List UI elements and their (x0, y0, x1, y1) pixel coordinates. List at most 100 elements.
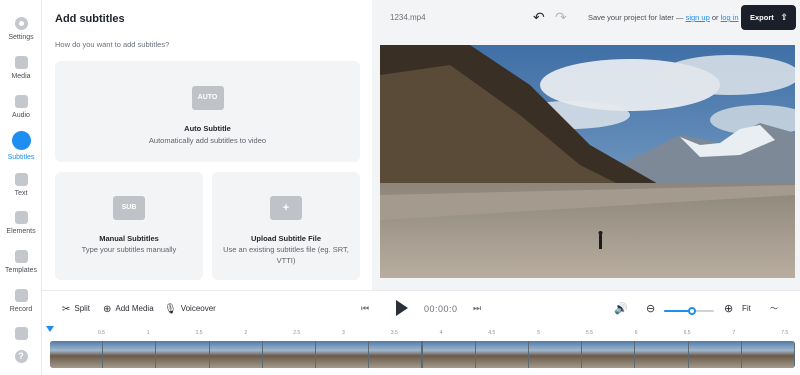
music-icon (14, 95, 28, 108)
upload-file-icon: + (270, 196, 302, 220)
redo-icon[interactable]: ↷ (555, 9, 567, 26)
record-icon (14, 289, 28, 302)
export-button[interactable]: Export ⇪ (741, 5, 796, 30)
ruler-tick-label: 3 (342, 330, 345, 336)
scissors-icon: ✂ (62, 304, 71, 315)
clip-thumbnail (156, 341, 209, 368)
sidebar-item-label: Subtitles (7, 154, 35, 161)
add-circle-icon: ⊕ (103, 304, 112, 315)
clip-thumbnail (528, 341, 582, 368)
ruler-tick-label: 2.5 (293, 330, 301, 336)
landscape-video-frame (380, 45, 795, 278)
ruler-tick-label: 5.5 (586, 330, 593, 336)
project-filename[interactable]: 1234.mp4 (390, 13, 426, 22)
keyboard-icon (14, 327, 28, 340)
ruler-tick-label: 5 (537, 330, 540, 336)
auto-badge-icon: AUTO (191, 86, 224, 110)
sidebar-item-label: Settings (8, 34, 34, 41)
waveform-icon[interactable]: 〜 (770, 303, 778, 314)
sidebar-item-text[interactable]: Text (0, 173, 42, 197)
plus-icon (14, 56, 28, 69)
clip-thumbnail (369, 341, 422, 368)
card-description: Type your subtitles manually (81, 245, 177, 254)
log-in-link[interactable]: log in (721, 13, 739, 22)
sidebar-item-label: Elements (6, 228, 36, 235)
add-media-label: Add Media (115, 304, 154, 313)
export-label: Export (750, 13, 774, 22)
sign-up-link[interactable]: sign up (686, 13, 710, 22)
sidebar-item-subtitles[interactable]: Subtitles (0, 131, 42, 161)
clip-thumbnail (741, 341, 794, 368)
ruler-tick-label: 0.5 (98, 330, 105, 336)
undo-icon[interactable]: ↶ (533, 9, 545, 26)
volume-icon[interactable]: 🔊 (614, 302, 628, 315)
split-button[interactable]: ✂ Split (62, 304, 90, 315)
sidebar-item-settings[interactable]: Settings (0, 17, 42, 41)
sidebar-item-shortcuts[interactable] (0, 327, 42, 340)
play-icon[interactable] (396, 300, 408, 316)
ruler-tick-label: 7.5 (781, 330, 789, 336)
gear-icon (14, 17, 28, 30)
templates-icon (14, 250, 28, 263)
subtitles-icon (11, 131, 31, 150)
auto-subtitle-card[interactable]: AUTO Auto Subtitle Automatically add sub… (55, 61, 360, 162)
text-icon (14, 173, 28, 186)
microphone-icon: 🎙 (164, 304, 177, 315)
zoom-slider-handle[interactable] (687, 307, 696, 315)
sidebar-item-label: Record (9, 306, 33, 313)
help-icon: ? (14, 350, 28, 363)
sub-badge-icon: SUB (113, 196, 145, 220)
sidebar-item-help[interactable]: ? (0, 350, 42, 363)
clip-thumbnail (635, 341, 688, 368)
sidebar-item-templates[interactable]: Templates (0, 250, 42, 274)
manual-subtitles-card[interactable]: SUB Manual Subtitles Type your subtitles… (55, 172, 203, 280)
timeline-ruler: 0.5 1 1.5 2 2.5 3 3.5 4 4.5 5 5.5 6 6.5 7 7.5 (50, 330, 795, 340)
sidebar-item-label: Media (11, 73, 31, 80)
sidebar-item-elements[interactable]: Elements (0, 211, 42, 235)
save-note-or: or (711, 13, 719, 22)
card-title: Manual Subtitles (99, 234, 159, 243)
video-preview[interactable] (380, 45, 795, 278)
ruler-tick-label: 7 (732, 330, 736, 336)
playback-time: 00:00:0 (424, 304, 458, 314)
panel-subtitle: How do you want to add subtitles? (55, 40, 170, 49)
upload-subtitle-card[interactable]: + Upload Subtitle File Use an existing s… (212, 172, 360, 280)
card-description: Automatically add subtitles to video (148, 136, 267, 145)
upload-icon: ⇪ (780, 12, 788, 22)
skip-back-icon[interactable]: ⏮ (361, 303, 369, 314)
sidebar-item-media[interactable]: Media (0, 56, 42, 80)
clip-thumbnail (582, 341, 635, 368)
save-note-text: Save your project for later — (588, 13, 684, 22)
clip-thumbnail (209, 341, 262, 368)
sidebar-item-record[interactable]: Record (0, 289, 42, 313)
add-media-button[interactable]: ⊕ Add Media (103, 304, 154, 315)
zoom-in-icon[interactable]: ⊕ (724, 302, 733, 315)
timeline[interactable]: 0.5 1 1.5 2 2.5 3 3.5 4 4.5 5 5.5 6 6.5 7 7.5 (42, 326, 800, 375)
ruler-tick-label: 4 (439, 330, 443, 336)
fit-button[interactable]: Fit (742, 304, 751, 313)
ruler-tick-label: 1.5 (195, 330, 203, 336)
clip-thumbnail (422, 341, 475, 368)
playhead-marker[interactable] (46, 326, 54, 332)
sidebar-item-audio[interactable]: Audio (0, 95, 42, 119)
card-title: Auto Subtitle (184, 124, 231, 133)
sidebar-item-label: Audio (12, 112, 30, 119)
sidebar-item-label: Templates (5, 267, 37, 274)
ruler-tick-label: 6.5 (683, 330, 691, 336)
clip-thumbnail (475, 341, 528, 368)
panel-title: Add subtitles (55, 13, 125, 25)
save-project-note: Save your project for later — sign up or… (588, 13, 739, 22)
video-clip-track[interactable] (50, 341, 795, 368)
voiceover-button[interactable]: 🎙 Voiceover (164, 304, 216, 315)
ruler-tick-label: 2 (244, 330, 248, 336)
zoom-out-icon[interactable]: ⊖ (646, 302, 655, 315)
ruler-tick-label: 1 (146, 330, 150, 336)
subtitles-panel: Add subtitles How do you want to add sub… (42, 0, 372, 290)
editor-toolbar: ✂ Split ⊕ Add Media 🎙 Voiceover ⏮ 00:00:0 ⏭… (42, 290, 800, 330)
clip-thumbnail (103, 341, 156, 368)
clip-thumbnail (50, 341, 103, 368)
sidebar-item-label: Text (14, 190, 28, 197)
zoom-slider[interactable] (664, 307, 714, 315)
skip-forward-icon[interactable]: ⏭ (473, 303, 481, 314)
clip-thumbnail (688, 341, 741, 368)
